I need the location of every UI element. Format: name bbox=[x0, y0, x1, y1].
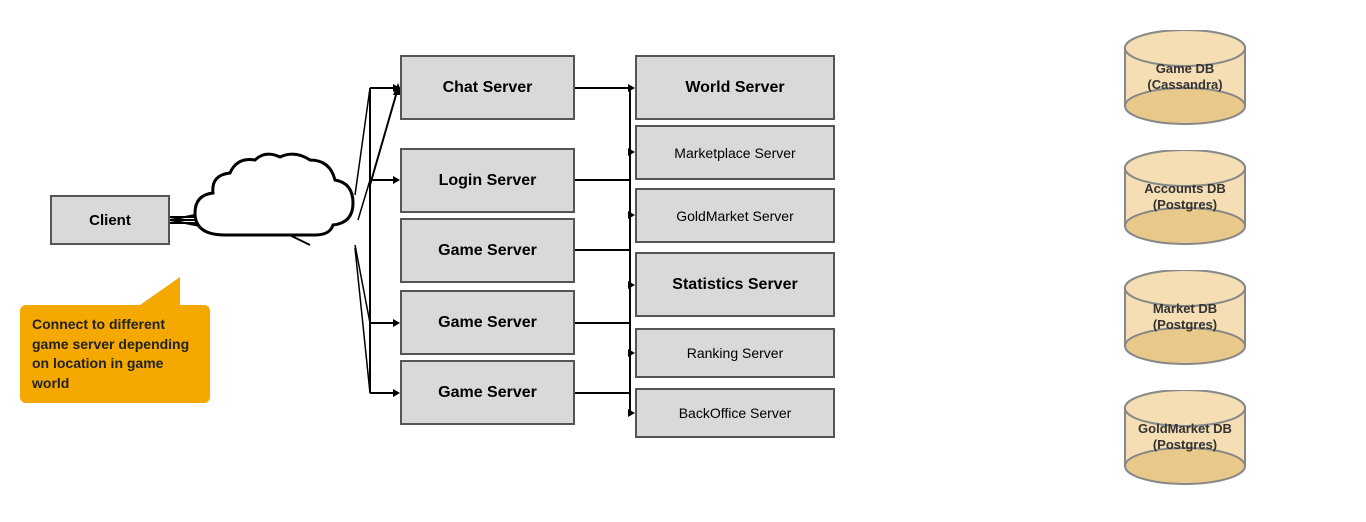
ranking-server-label: Ranking Server bbox=[687, 345, 784, 361]
ranking-server-box: Ranking Server bbox=[635, 328, 835, 378]
login-server-label: Login Server bbox=[439, 172, 537, 190]
marketplace-server-label: Marketplace Server bbox=[674, 145, 795, 161]
goldmarket-server-label: GoldMarket Server bbox=[676, 208, 793, 224]
game-server-3-label: Game Server bbox=[438, 384, 537, 402]
chat-server-box: Chat Server bbox=[400, 55, 575, 120]
callout-text: Connect to different game server dependi… bbox=[32, 316, 189, 391]
client-box: Client bbox=[50, 195, 170, 245]
accounts-db-container: Accounts DB (Postgres) bbox=[1120, 150, 1250, 245]
marketplace-server-box: Marketplace Server bbox=[635, 125, 835, 180]
backoffice-server-label: BackOffice Server bbox=[679, 405, 792, 421]
market-db-container: Market DB (Postgres) bbox=[1120, 270, 1250, 365]
architecture-diagram: Client Chat Server Login Server Game Ser… bbox=[0, 0, 1366, 522]
callout-tooltip: Connect to different game server dependi… bbox=[20, 305, 210, 403]
game-server-2-box: Game Server bbox=[400, 290, 575, 355]
backoffice-server-box: BackOffice Server bbox=[635, 388, 835, 438]
game-db-cylinder: Game DB (Cassandra) bbox=[1120, 30, 1250, 125]
market-db-cylinder: Market DB (Postgres) bbox=[1120, 270, 1250, 365]
world-server-label: World Server bbox=[685, 79, 784, 97]
accounts-db-cylinder: Accounts DB (Postgres) bbox=[1120, 150, 1250, 245]
chat-server-label: Chat Server bbox=[443, 79, 533, 97]
goldmarket-db-container: GoldMarket DB (Postgres) bbox=[1120, 390, 1250, 485]
world-server-box: World Server bbox=[635, 55, 835, 120]
statistics-server-box: Statistics Server bbox=[635, 252, 835, 317]
game-db-container: Game DB (Cassandra) bbox=[1120, 30, 1250, 125]
login-server-box: Login Server bbox=[400, 148, 575, 213]
goldmarket-db-cylinder: GoldMarket DB (Postgres) bbox=[1120, 390, 1250, 485]
game-server-1-box: Game Server bbox=[400, 218, 575, 283]
game-server-3-box: Game Server bbox=[400, 360, 575, 425]
game-server-1-label: Game Server bbox=[438, 242, 537, 260]
client-label: Client bbox=[89, 212, 131, 229]
game-server-2-label: Game Server bbox=[438, 314, 537, 332]
statistics-server-label: Statistics Server bbox=[672, 276, 797, 294]
cloud-shape bbox=[175, 145, 375, 275]
goldmarket-server-box: GoldMarket Server bbox=[635, 188, 835, 243]
